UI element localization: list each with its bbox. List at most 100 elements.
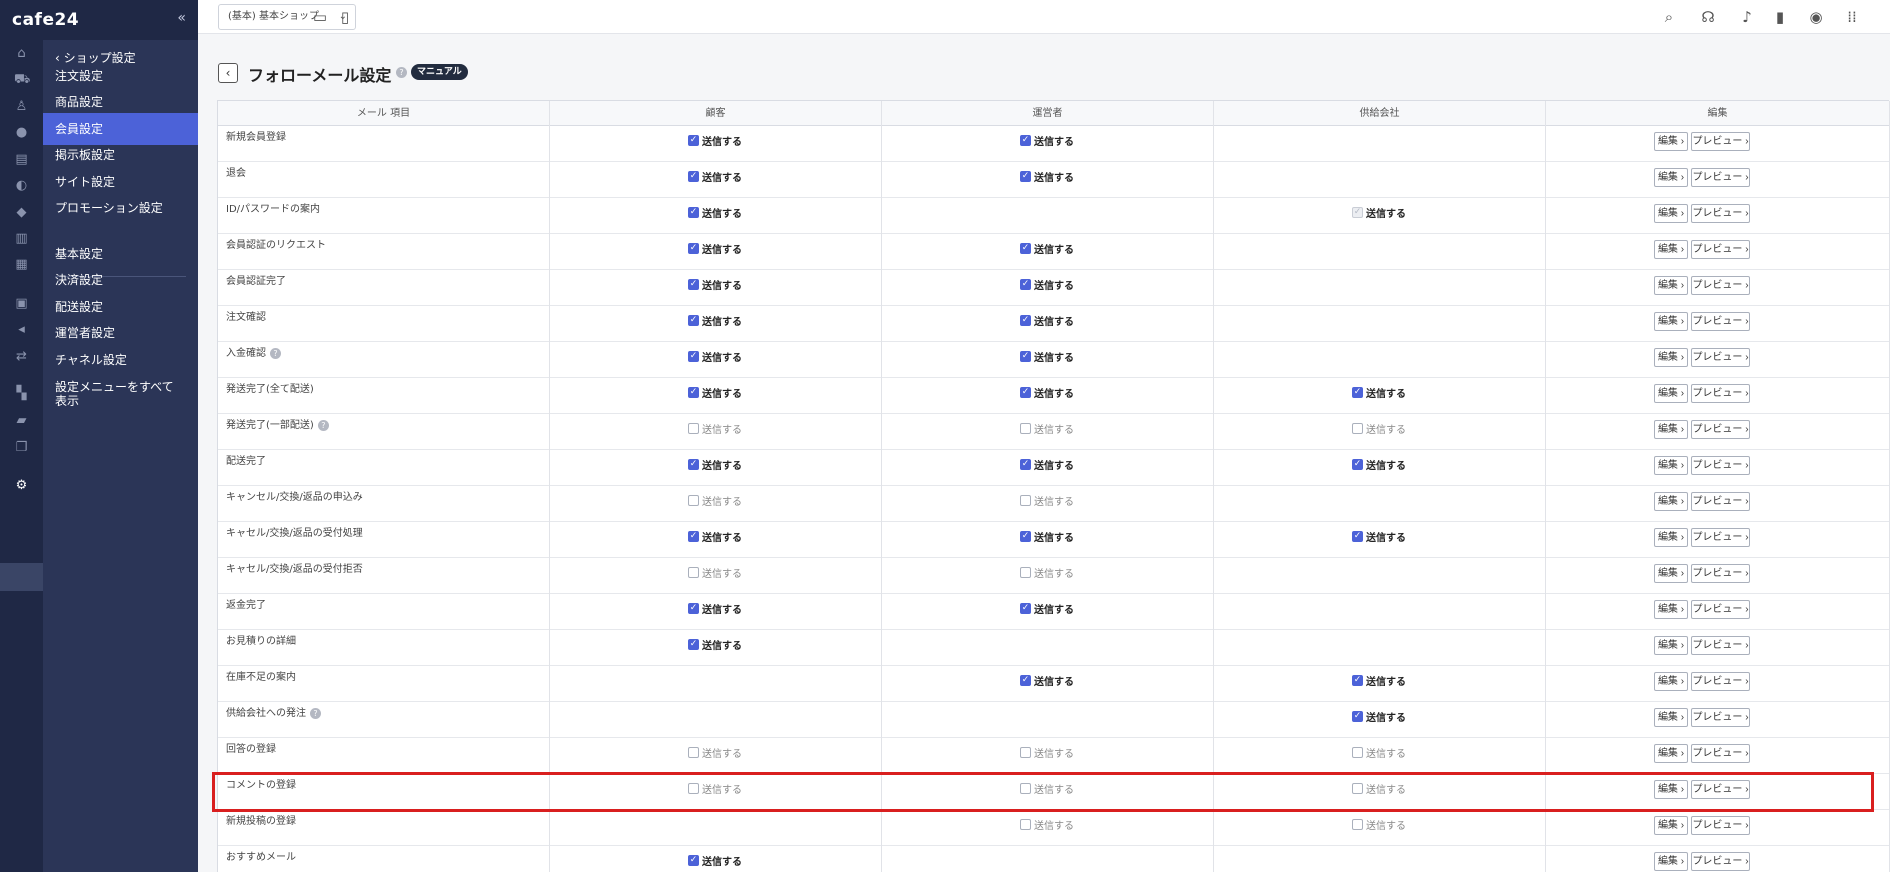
edit-button[interactable]: 編集 › [1654,348,1688,367]
edit-button[interactable]: 編集 › [1654,276,1688,295]
send-checkbox[interactable]: ✓ 送信する [1020,457,1074,472]
edit-button[interactable]: 編集 › [1654,636,1688,655]
send-checkbox[interactable]: ✓ 送信する [688,457,742,472]
send-checkbox[interactable]: ✓ 送信する [1352,385,1406,400]
tag-icon[interactable]: ◆ [14,205,29,220]
edit-button[interactable]: 編集 › [1654,420,1688,439]
help-icon[interactable]: ? [270,347,281,359]
send-checkbox[interactable]: 送信する [1352,817,1406,832]
board-icon[interactable]: ▤ [14,152,29,167]
send-checkbox[interactable]: ✓ 送信する [688,241,742,256]
send-checkbox[interactable]: 送信する [688,565,742,580]
send-checkbox[interactable]: ✓ 送信する [688,169,742,184]
preview-button[interactable]: プレビュー › [1691,672,1750,691]
folder-icon[interactable]: ▰ [14,413,29,428]
preview-button[interactable]: プレビュー › [1691,564,1750,583]
send-checkbox[interactable]: 送信する [1020,493,1074,508]
send-checkbox[interactable]: ✓ 送信する [688,637,742,652]
preview-button[interactable]: プレビュー › [1691,744,1750,763]
copy-icon[interactable]: ❐ [14,440,29,455]
edit-button[interactable]: 編集 › [1654,384,1688,403]
send-checkbox[interactable]: 送信する [1352,745,1406,760]
send-checkbox[interactable]: ✓ 送信する [1352,457,1406,472]
preview-button[interactable]: プレビュー › [1691,852,1750,871]
apps-icon[interactable]: ▚ [14,386,29,401]
send-checkbox[interactable]: ✓ 送信する [1352,673,1406,688]
account-icon[interactable]: ◉ [1807,8,1825,26]
preview-button[interactable]: プレビュー › [1691,240,1750,259]
subnav-item[interactable]: プロモーション設定 [43,192,198,224]
send-checkbox[interactable]: ✓ 送信する [1020,277,1074,292]
mobile-icon[interactable]: ▯ [336,8,354,26]
send-checkbox[interactable]: ✓ 送信する [688,277,742,292]
preview-button[interactable]: プレビュー › [1691,816,1750,835]
send-checkbox[interactable]: ✓ 送信する [688,205,742,220]
home-icon[interactable]: ⌂ [14,46,29,61]
send-checkbox[interactable]: ✓ 送信する [1020,673,1074,688]
send-checkbox[interactable]: ✓ 送信する [1020,349,1074,364]
edit-button[interactable]: 編集 › [1654,744,1688,763]
preview-button[interactable]: プレビュー › [1691,348,1750,367]
preview-button[interactable]: プレビュー › [1691,528,1750,547]
help-icon[interactable]: ? [396,67,407,78]
preview-button[interactable]: プレビュー › [1691,636,1750,655]
edit-button[interactable]: 編集 › [1654,312,1688,331]
edit-button[interactable]: 編集 › [1654,492,1688,511]
edit-button[interactable]: 編集 › [1654,240,1688,259]
cart-icon[interactable]: ⛟ [14,72,30,87]
send-checkbox[interactable]: ✓ 送信する [1352,529,1406,544]
preview-button[interactable]: プレビュー › [1691,204,1750,223]
edit-button[interactable]: 編集 › [1654,852,1688,871]
edit-button[interactable]: 編集 › [1654,672,1688,691]
send-checkbox[interactable]: ✓ 送信する [688,313,742,328]
apps-grid-icon[interactable]: ⁞⁞ [1843,8,1861,26]
edit-button[interactable]: 編集 › [1654,600,1688,619]
send-checkbox[interactable]: ✓ 送信する [1020,241,1074,256]
edit-button[interactable]: 編集 › [1654,456,1688,475]
edit-button[interactable]: 編集 › [1654,168,1688,187]
preview-button[interactable]: プレビュー › [1691,132,1750,151]
palette-icon[interactable]: ◐ [14,178,29,193]
send-checkbox[interactable]: 送信する [688,421,742,436]
headset-icon[interactable]: ☊ [1699,8,1717,26]
edit-button[interactable]: 編集 › [1654,528,1688,547]
send-checkbox[interactable]: ✓ 送信する [688,133,742,148]
send-checkbox[interactable]: ✓ 送信する [1020,313,1074,328]
send-checkbox[interactable]: 送信する [688,493,742,508]
edit-button[interactable]: 編集 › [1654,816,1688,835]
shirt-icon[interactable]: ♙ [14,99,29,114]
send-checkbox[interactable]: ✓ 送信する [1020,385,1074,400]
preview-button[interactable]: プレビュー › [1691,168,1750,187]
send-checkbox[interactable]: 送信する [1020,565,1074,580]
send-checkbox[interactable]: ✓ 送信する [688,385,742,400]
preview-button[interactable]: プレビュー › [1691,492,1750,511]
preview-button[interactable]: プレビュー › [1691,312,1750,331]
send-checkbox[interactable]: 送信する [1020,745,1074,760]
edit-button[interactable]: 編集 › [1654,132,1688,151]
briefcase-icon[interactable]: ▣ [14,296,29,311]
send-checkbox[interactable]: 送信する [1020,421,1074,436]
subnav-item[interactable]: 設定メニューをすべて表示 [43,371,198,411]
user-icon[interactable]: ● [14,125,29,140]
send-checkbox[interactable]: ✓ 送信する [688,529,742,544]
preview-button[interactable]: プレビュー › [1691,600,1750,619]
edit-button[interactable]: 編集 › [1654,204,1688,223]
send-checkbox[interactable]: 送信する [1352,421,1406,436]
back-button[interactable]: ‹ [218,63,238,83]
send-checkbox[interactable]: 送信する [688,745,742,760]
preview-button[interactable]: プレビュー › [1691,456,1750,475]
send-checkbox[interactable]: 送信する [1020,817,1074,832]
send-checkbox[interactable]: ✓ 送信する [1020,169,1074,184]
send-checkbox[interactable]: ✓ 送信する [1020,601,1074,616]
gear-icon[interactable]: ⚙ [14,478,29,493]
send-checkbox[interactable]: ✓ 送信する [688,349,742,364]
book-icon[interactable]: ▦ [14,257,29,272]
edit-button[interactable]: 編集 › [1654,564,1688,583]
megaphone-icon[interactable]: ◂ [14,322,29,337]
send-checkbox[interactable]: ✓ 送信する [688,853,742,868]
send-checkbox[interactable]: ✓ 送信する [1352,709,1406,724]
help-icon[interactable]: ? [310,707,321,719]
edit-button[interactable]: 編集 › [1654,708,1688,727]
cafe24-logo[interactable]: cafe24 [12,10,79,30]
preview-button[interactable]: プレビュー › [1691,384,1750,403]
